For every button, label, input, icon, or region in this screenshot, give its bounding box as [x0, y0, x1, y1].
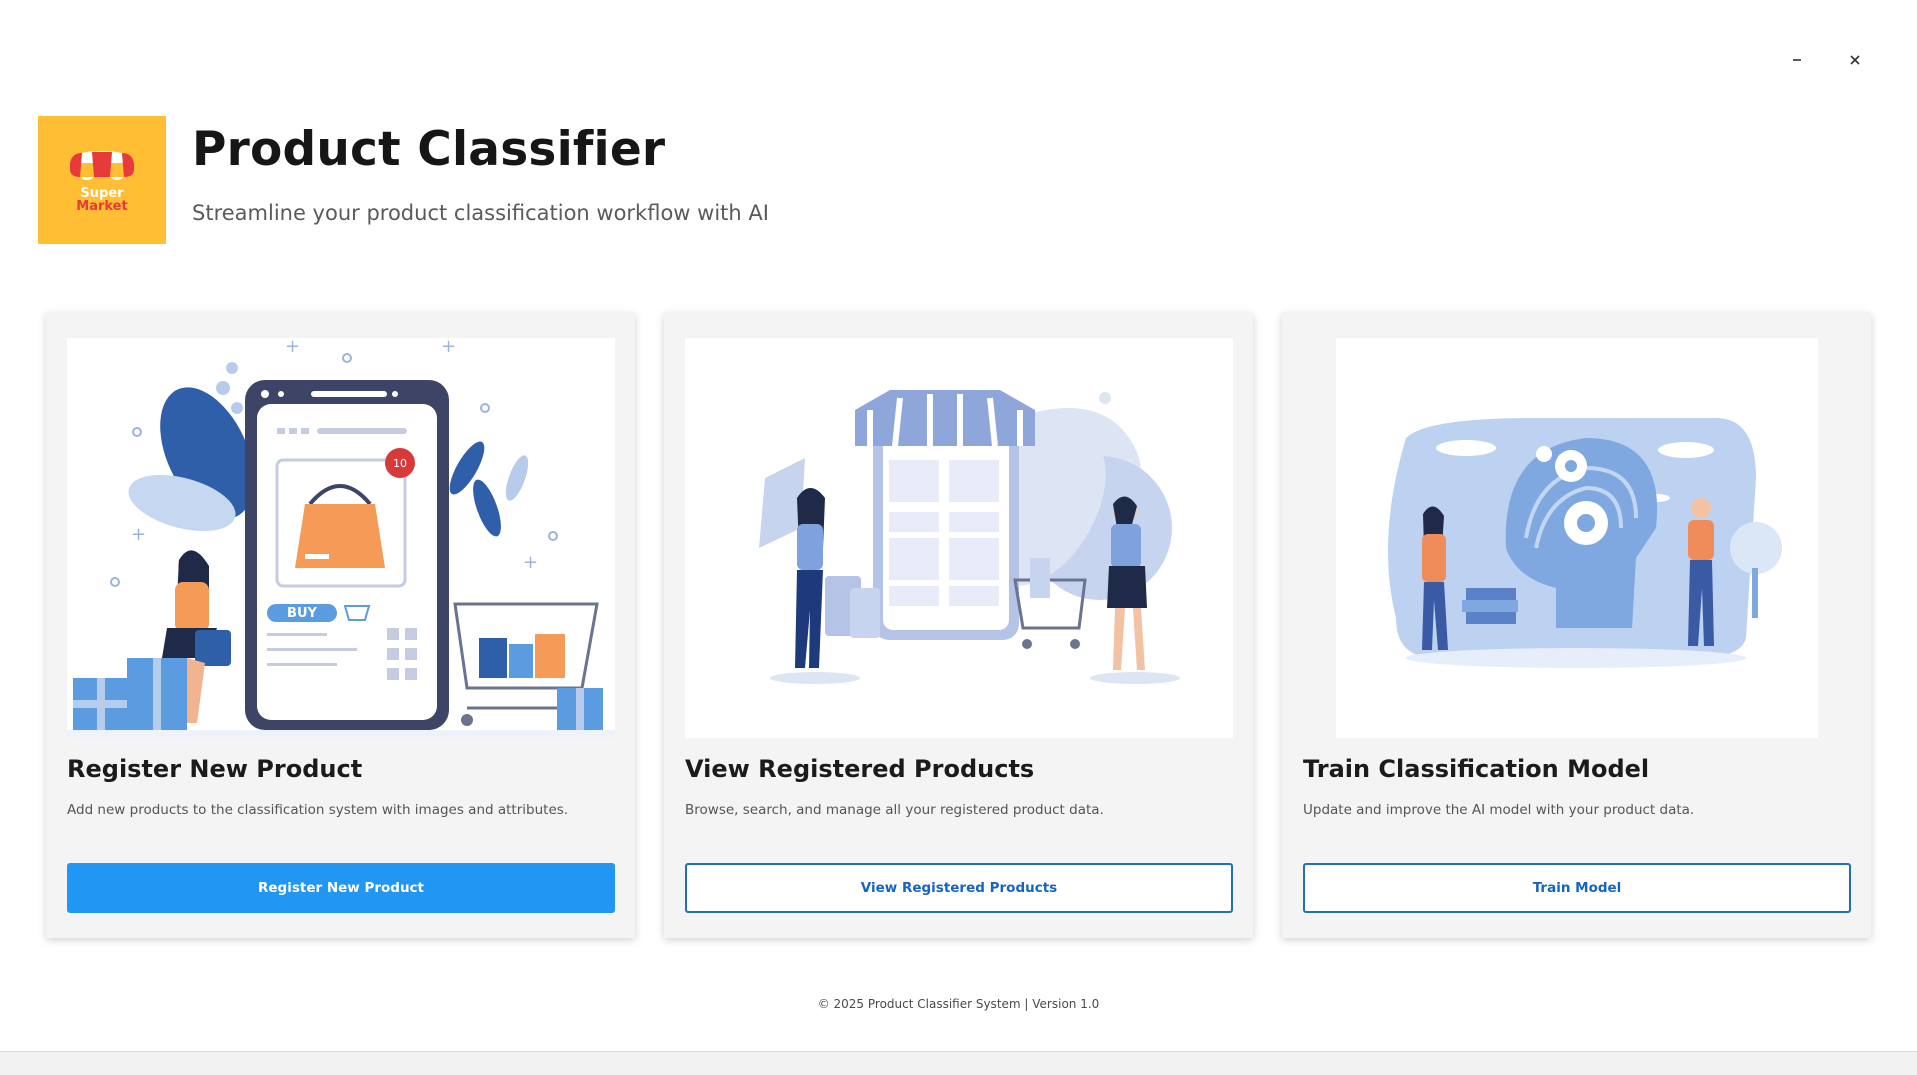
card-train-model: Train Classification Model Update and im… [1282, 313, 1871, 938]
card-title: View Registered Products [685, 755, 1035, 783]
logo-text-line2: Market [76, 199, 128, 214]
view-products-illustration [685, 338, 1233, 738]
page-title: Product Classifier [192, 122, 666, 177]
supermarket-logo: Super Market [38, 116, 166, 244]
card-title: Train Classification Model [1303, 755, 1650, 783]
svg-text:+: + [441, 338, 456, 357]
awning-icon [70, 151, 134, 180]
register-product-illustration: 10 BUY + + + + [67, 338, 615, 738]
footer-text: © 2025 Product Classifier System | Versi… [817, 997, 1100, 1011]
page-subtitle: Streamline your product classification w… [192, 201, 769, 225]
card-description: Update and improve the AI model with you… [1303, 802, 1695, 818]
minimize-icon[interactable] [1783, 48, 1811, 72]
card-register-product: 10 BUY + + + + Register New Product Add … [46, 313, 635, 938]
app-window: Super Market Product Classifier Streamli… [0, 0, 1917, 1075]
app-header: Super Market Product Classifier Streamli… [38, 116, 769, 244]
register-new-product-button[interactable]: Register New Product [67, 863, 615, 913]
svg-text:+: + [285, 338, 300, 357]
view-registered-products-button[interactable]: View Registered Products [685, 863, 1233, 913]
action-cards: 10 BUY + + + + Register New Product Add … [46, 313, 1871, 938]
window-controls [1783, 48, 1869, 72]
svg-text:+: + [131, 524, 146, 545]
card-description: Browse, search, and manage all your regi… [685, 802, 1104, 818]
card-title: Register New Product [67, 755, 363, 783]
card-view-products: View Registered Products Browse, search,… [664, 313, 1253, 938]
discount-badge-text: 10 [393, 457, 407, 470]
svg-text:+: + [523, 552, 538, 573]
card-description: Add new products to the classification s… [67, 802, 569, 818]
train-model-button[interactable]: Train Model [1303, 863, 1851, 913]
buy-label: BUY [287, 606, 317, 621]
train-model-illustration [1336, 338, 1818, 738]
close-icon[interactable] [1841, 48, 1869, 72]
bottom-bar [0, 1051, 1917, 1075]
